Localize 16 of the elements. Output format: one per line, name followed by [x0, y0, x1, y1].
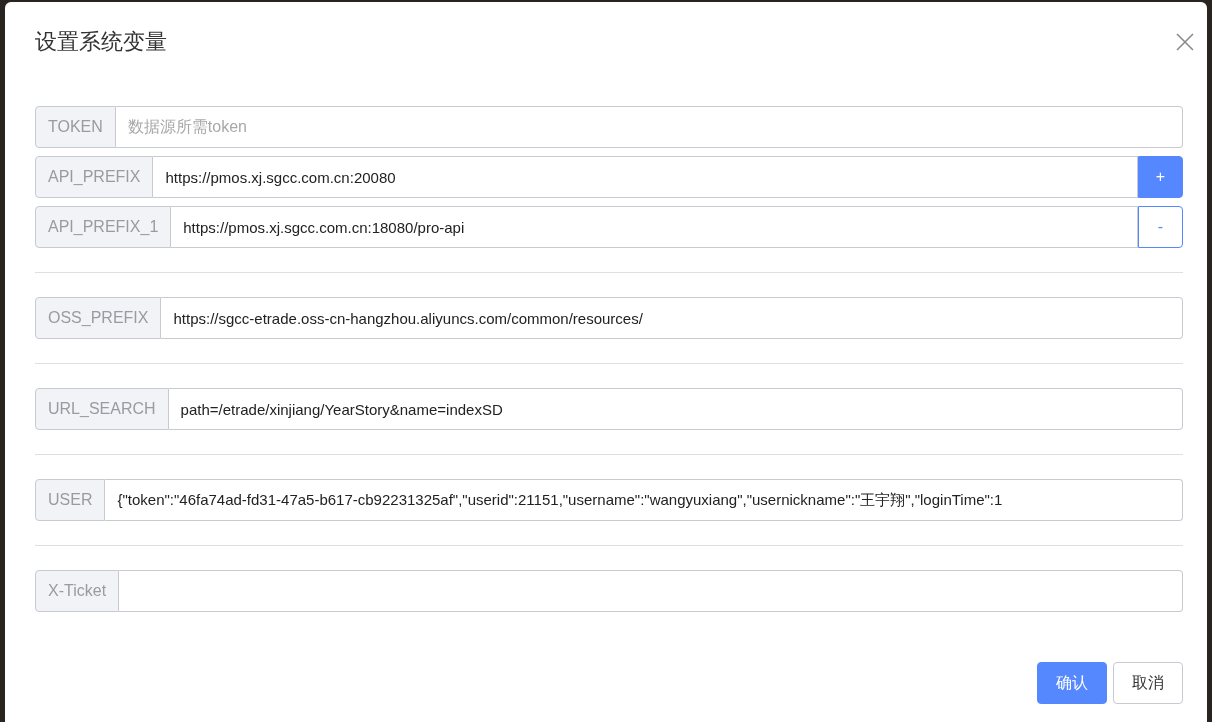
field-label: OSS_PREFIX — [35, 297, 162, 339]
input-field[interactable]: path=/etrade/xinjiang/YearStory&name=indexSD — [168, 388, 1183, 430]
input-field[interactable] — [119, 570, 1183, 612]
field-label: API_PREFIX_1 — [35, 206, 172, 248]
cancel-button[interactable]: 取消 — [1113, 662, 1183, 704]
input-field[interactable]: https://pmos.xj.sgcc.com.cn:18080/pro-api — [171, 206, 1138, 248]
close-icon[interactable] — [1175, 32, 1195, 52]
field-label: USER — [35, 479, 106, 521]
dialog-title: 设置系统变量 — [35, 28, 167, 56]
field-label: API_PREFIX — [35, 156, 154, 198]
field-label: URL_SEARCH — [35, 388, 169, 430]
field-label: X-Ticket — [35, 570, 120, 612]
input-field[interactable]: https://pmos.xj.sgcc.com.cn:20080 — [153, 156, 1138, 198]
input-field[interactable]: https://sgcc-etrade.oss-cn-hangzhou.aliyuncs.com/common/resources/ — [161, 297, 1183, 339]
field-label: TOKEN — [35, 106, 116, 148]
input-field[interactable]: {"token":"46fa74ad-fd31-47a5-b617-cb92231325af","userid":21151,"username":"wangyuxiang","usernickname":"王宇翔","loginTime":1 — [105, 479, 1183, 521]
